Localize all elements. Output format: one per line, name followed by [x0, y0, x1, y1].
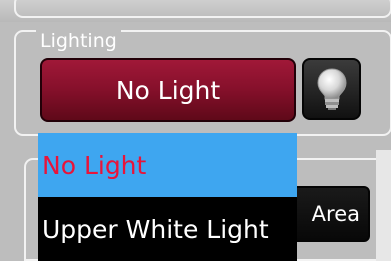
window-edge: [376, 150, 391, 261]
light-bulb-icon: [316, 68, 347, 110]
area-button-label: Area: [311, 202, 360, 226]
lighting-mode-label: No Light: [115, 75, 221, 105]
dropdown-option-upper-white-light[interactable]: Upper White Light: [38, 197, 297, 261]
dropdown-option-label: Upper White Light: [42, 214, 269, 244]
top-panel-border: [14, 0, 391, 18]
area-button[interactable]: Area: [290, 186, 370, 242]
lighting-mode-dropdown-button[interactable]: No Light: [40, 58, 296, 122]
dropdown-option-no-light[interactable]: No Light: [38, 133, 297, 197]
dropdown-option-label: No Light: [42, 150, 147, 180]
lighting-group-title: Lighting: [36, 29, 121, 53]
lighting-dropdown-list: No Light Upper White Light: [38, 133, 297, 261]
light-bulb-button[interactable]: [302, 58, 361, 120]
